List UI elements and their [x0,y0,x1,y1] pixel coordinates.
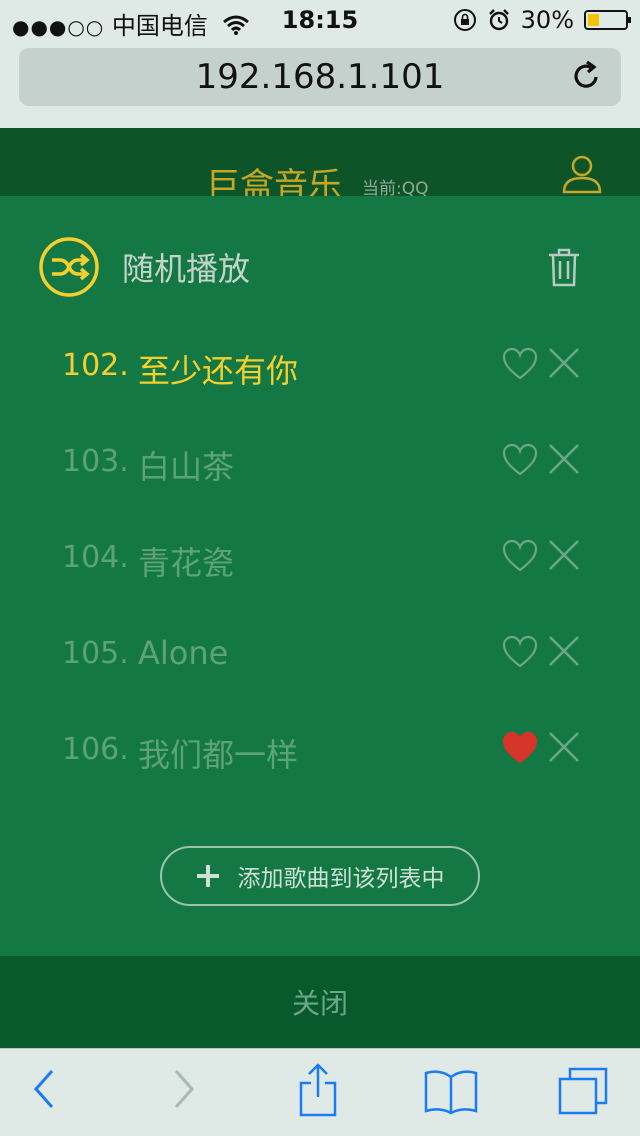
close-icon[interactable] [547,538,581,572]
close-label: 关闭 [291,987,348,1020]
bookmarks-icon[interactable] [424,1069,478,1115]
song-row[interactable]: 105. Alone [0,618,640,688]
song-row[interactable]: 106. 我们都一样 [0,714,640,784]
play-mode-label[interactable]: 随机播放 [122,244,250,290]
song-title: 至少还有你 [138,352,299,390]
user-icon[interactable] [560,152,604,196]
song-number: 105. [62,636,129,671]
battery-percent: 30% [520,6,574,34]
tabs-icon[interactable] [558,1067,608,1117]
heart-icon[interactable] [502,443,538,477]
song-row[interactable]: 104. 青花瓷 [0,522,640,592]
close-icon[interactable] [547,442,581,476]
status-right: 30% [453,6,631,34]
share-icon[interactable] [298,1063,338,1117]
song-title: 青花瓷 [138,544,235,582]
browser-address-area: 192.168.1.101 [0,40,640,128]
heart-icon[interactable] [502,539,538,573]
close-icon[interactable] [547,346,581,380]
close-button[interactable]: 关闭 [0,956,640,1048]
song-title: 白山茶 [138,448,235,486]
song-title: Alone [138,634,229,672]
plus-icon [196,865,219,887]
back-icon[interactable] [30,1067,58,1111]
forward-icon[interactable] [170,1067,198,1111]
heart-icon[interactable] [502,347,538,381]
url-text: 192.168.1.101 [195,57,445,97]
heart-icon[interactable] [502,635,538,669]
heart-icon[interactable] [502,731,538,765]
song-row[interactable]: 102. 至少还有你 [0,330,640,400]
reload-icon[interactable] [569,58,605,94]
song-row[interactable]: 103. 白山茶 [0,426,640,496]
status-bar: ●●●○○ 中国电信 18:15 30% [0,0,640,40]
app-header: 巨盒音乐 当前:QQ [0,128,640,206]
close-icon[interactable] [547,730,581,764]
trash-icon[interactable] [546,246,582,288]
battery-fill [588,14,599,26]
add-song-button[interactable]: 添加歌曲到该列表中 [160,846,480,906]
add-song-label: 添加歌曲到该列表中 [237,866,445,892]
song-number: 106. [62,732,129,767]
song-number: 103. [62,444,129,479]
song-title: 我们都一样 [138,736,299,774]
alarm-icon [488,9,509,31]
close-icon[interactable] [547,634,581,668]
playlist-panel: 随机播放 102. 至少还有你 103. 白山茶 104. 青花瓷 105. Alone 106… [0,196,640,956]
battery-icon [584,10,631,30]
address-bar[interactable]: 192.168.1.101 [19,48,621,106]
browser-toolbar [0,1048,640,1136]
rotation-lock-icon [453,9,476,31]
song-number: 104. [62,540,129,575]
shuffle-icon[interactable] [38,236,100,298]
song-number: 102. [62,348,129,383]
